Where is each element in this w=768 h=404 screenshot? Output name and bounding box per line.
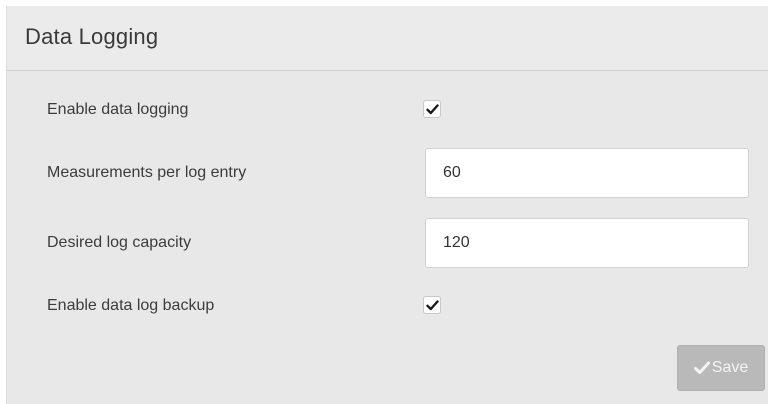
panel-title: Data Logging: [25, 24, 159, 49]
data-logging-panel: Data Logging Enable data logging Measure…: [6, 6, 768, 404]
enable-backup-label: Enable data log backup: [47, 297, 215, 314]
checkmark-icon: [426, 104, 439, 115]
checkmark-icon: [693, 361, 710, 375]
enable-backup-checkbox[interactable]: [423, 296, 441, 314]
save-button-label: Save: [711, 359, 749, 376]
measurements-per-entry-input[interactable]: [425, 148, 749, 198]
log-capacity-input[interactable]: [425, 218, 749, 268]
measurements-label: Measurements per log entry: [47, 164, 247, 181]
log-capacity-label: Desired log capacity: [47, 234, 192, 251]
enable-logging-checkbox[interactable]: [423, 100, 441, 118]
panel-header: Data Logging: [7, 6, 768, 71]
enable-logging-label: Enable data logging: [47, 101, 189, 118]
checkmark-icon: [426, 300, 439, 311]
save-button[interactable]: Save: [677, 345, 765, 391]
